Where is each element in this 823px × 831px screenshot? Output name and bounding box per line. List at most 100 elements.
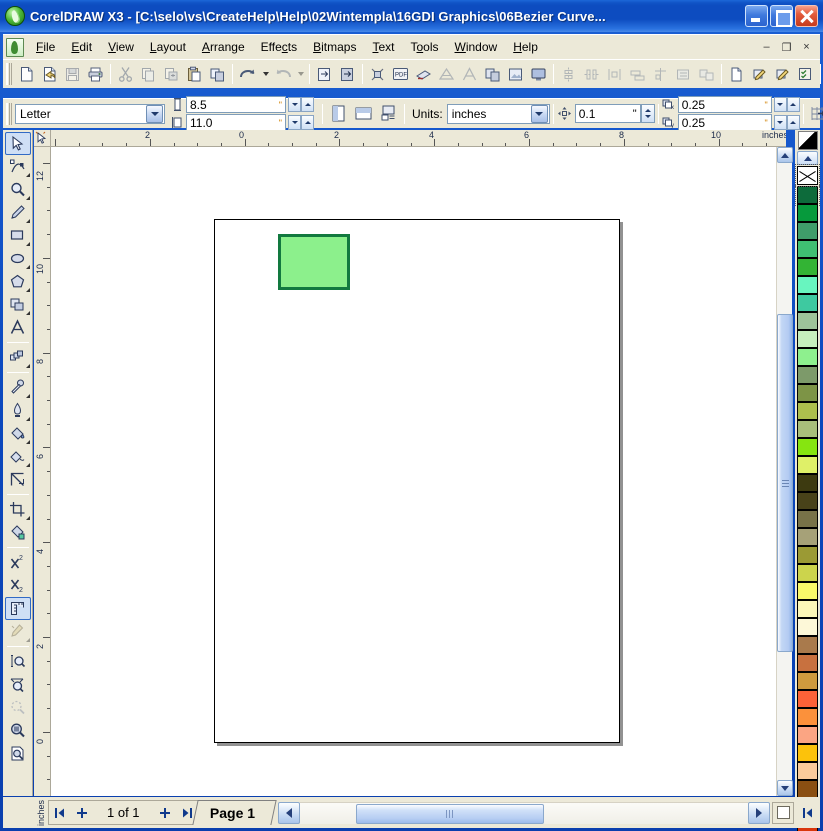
- nudge-field[interactable]: 0.1 ": [574, 104, 641, 123]
- vertical-scrollbar[interactable]: [776, 147, 793, 796]
- first-page-icon[interactable]: [49, 801, 71, 824]
- menu-item-arrange[interactable]: Arrange: [194, 37, 253, 57]
- zoom-page-tool[interactable]: [5, 696, 31, 719]
- undo-dropdown-icon[interactable]: [259, 63, 271, 86]
- menu-item-help[interactable]: Help: [505, 37, 546, 57]
- rectangle-tool[interactable]: [5, 224, 31, 247]
- no-color-swatch[interactable]: [795, 164, 820, 187]
- options-icon[interactable]: [794, 63, 817, 86]
- fill-tool[interactable]: [5, 422, 31, 445]
- color-swatch[interactable]: [795, 184, 820, 206]
- color-swatch[interactable]: [797, 744, 818, 762]
- duplicate-offset-x-field[interactable]: 0.25 ": [677, 96, 772, 113]
- mdi-restore-button[interactable]: ❐: [777, 39, 796, 56]
- color-swatch[interactable]: [797, 654, 818, 672]
- close-icon[interactable]: [795, 5, 818, 27]
- status-last-page-icon[interactable]: [796, 800, 820, 825]
- mdi-minimize-button[interactable]: –: [757, 39, 776, 56]
- page-height-field[interactable]: 11.0 ": [186, 114, 286, 131]
- edit-page-icon[interactable]: [748, 63, 771, 86]
- color-swatch[interactable]: [797, 402, 818, 420]
- paste-icon[interactable]: [183, 63, 206, 86]
- spin-up-icon[interactable]: [786, 115, 800, 130]
- undo-icon[interactable]: [236, 63, 259, 86]
- menu-item-layout[interactable]: Layout: [142, 37, 194, 57]
- page-height-spinner[interactable]: [288, 115, 314, 130]
- page-tab-page-1[interactable]: Page 1: [191, 800, 277, 825]
- palette-color-model-icon[interactable]: [797, 131, 818, 150]
- zoom-height-tool[interactable]: [5, 650, 31, 673]
- color-swatch[interactable]: [797, 762, 818, 780]
- paste-special-icon[interactable]: [160, 63, 183, 86]
- spin-down-icon[interactable]: [773, 97, 787, 112]
- menu-item-bitmaps[interactable]: Bitmaps: [305, 37, 364, 57]
- distribute-icon[interactable]: [603, 63, 626, 86]
- color-swatch[interactable]: [797, 438, 818, 456]
- export-icon[interactable]: [336, 63, 359, 86]
- basic-shapes-tool[interactable]: [5, 293, 31, 316]
- redo-dropdown-icon[interactable]: [294, 63, 306, 86]
- add-page-after-icon[interactable]: [154, 801, 176, 824]
- pick-tool[interactable]: [4, 132, 31, 155]
- color-swatch[interactable]: [797, 384, 818, 402]
- landscape-icon[interactable]: [351, 101, 376, 126]
- units-combo[interactable]: inches: [446, 103, 550, 124]
- vertical-ruler[interactable]: 0 2 4 6 8 10 12: [34, 147, 51, 796]
- zoom-selection-tool[interactable]: [5, 673, 31, 696]
- color-swatch[interactable]: [797, 276, 818, 294]
- color-swatch[interactable]: [797, 690, 818, 708]
- superscript-tool[interactable]: 2: [5, 551, 31, 574]
- subscript-tool[interactable]: 2: [5, 574, 31, 597]
- polygon-tool[interactable]: [5, 270, 31, 293]
- spin-up-icon[interactable]: [786, 97, 800, 112]
- color-swatch[interactable]: [797, 564, 818, 582]
- color-swatch[interactable]: [797, 204, 818, 222]
- color-swatch[interactable]: [797, 510, 818, 528]
- color-swatch[interactable]: [797, 636, 818, 654]
- color-swatch[interactable]: [797, 708, 818, 726]
- paper-size-combo[interactable]: Letter: [15, 103, 165, 124]
- scroll-right-icon[interactable]: [748, 801, 770, 824]
- chevron-down-icon[interactable]: [146, 104, 163, 123]
- color-swatch[interactable]: [797, 366, 818, 384]
- menu-item-window[interactable]: Window: [447, 37, 506, 57]
- color-swatch[interactable]: [797, 240, 818, 258]
- color-swatch[interactable]: [797, 582, 818, 600]
- spin-down-icon[interactable]: [773, 115, 787, 130]
- zoom-to-fit-tool[interactable]: [5, 719, 31, 742]
- new-page-icon[interactable]: [725, 63, 748, 86]
- spin-up-icon[interactable]: [301, 97, 314, 112]
- bitmap-icon[interactable]: [504, 63, 527, 86]
- page-settings-icon[interactable]: [376, 101, 401, 126]
- spin-down-icon[interactable]: [288, 115, 301, 130]
- outline-tool[interactable]: [5, 399, 31, 422]
- eyedropper-tool[interactable]: [5, 376, 31, 399]
- property-bar-grip[interactable]: [6, 102, 12, 125]
- import-icon[interactable]: [313, 63, 336, 86]
- interactive-fill-tool[interactable]: [5, 445, 31, 468]
- zoom-tool[interactable]: [5, 178, 31, 201]
- freehand-tool[interactable]: [5, 201, 31, 224]
- display-icon[interactable]: [527, 63, 550, 86]
- application-launcher-icon[interactable]: [366, 63, 389, 86]
- align-vertical-icon[interactable]: [557, 63, 580, 86]
- drawing-page[interactable]: [214, 219, 620, 743]
- text-icon[interactable]: [458, 63, 481, 86]
- edit-page2-icon[interactable]: [771, 63, 794, 86]
- color-swatch[interactable]: [797, 474, 818, 492]
- palette-scroll-up-icon[interactable]: [797, 151, 818, 165]
- color-palette[interactable]: [795, 130, 820, 831]
- menu-item-file[interactable]: File: [28, 37, 63, 57]
- portrait-icon[interactable]: [326, 101, 351, 126]
- scroll-down-icon[interactable]: [777, 780, 793, 796]
- ellipse-tool[interactable]: [5, 247, 31, 270]
- blend-tool[interactable]: [5, 346, 31, 369]
- color-swatch[interactable]: [797, 528, 818, 546]
- menu-item-view[interactable]: View: [100, 37, 142, 57]
- weld-icon[interactable]: [649, 63, 672, 86]
- spin-down-icon[interactable]: [288, 97, 301, 112]
- menu-item-tools[interactable]: Tools: [402, 37, 446, 57]
- corel-connect-icon[interactable]: [412, 63, 435, 86]
- color-swatch[interactable]: [797, 492, 818, 510]
- vertical-scroll-thumb[interactable]: [777, 314, 793, 652]
